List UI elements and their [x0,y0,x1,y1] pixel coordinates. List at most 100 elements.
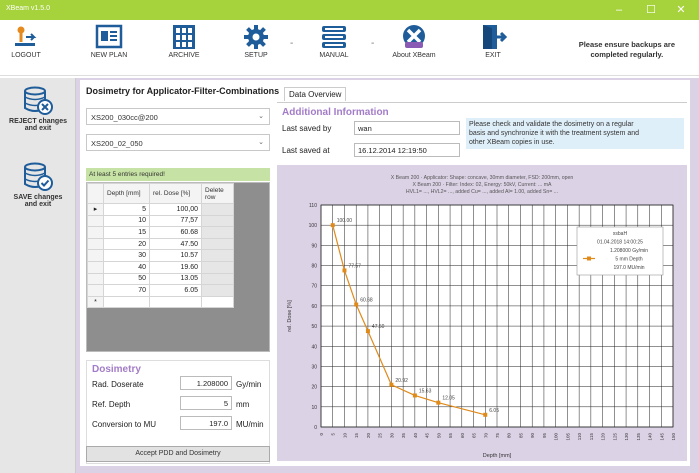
data-point [330,223,335,228]
table-row[interactable]: 40 19.60 [87,260,234,274]
y-tick-label: 30 [311,364,317,370]
table-row[interactable]: 15 60.68 [87,226,234,239]
dose-cell[interactable]: 10.57 [149,249,202,262]
dose-cell[interactable]: 77,57 [149,214,202,228]
about-label: About XBeam [392,52,436,59]
x-tick-label: 140 [648,433,653,441]
x-tick-label: 120 [601,433,606,441]
table-row[interactable]: 70 6.05 [87,284,234,297]
applicator-select[interactable]: XS200_030cc@200 ⌄ [86,108,270,125]
dose-cell[interactable]: 60.68 [149,226,202,239]
dose-cell[interactable]: 19.60 [149,260,202,274]
column-header-dose[interactable]: rel. Dose [%] [149,183,202,204]
depth-cell[interactable]: 10 [103,214,150,228]
delete-row-button[interactable] [201,284,234,297]
new-plan-button[interactable]: NEW PLAN [86,24,132,59]
table-row[interactable]: 50 13.05 [87,272,234,286]
maximize-button[interactable]: ☐ [640,2,662,18]
toolbar-separator: - [371,38,375,49]
archive-button[interactable]: ARCHIVE [164,24,204,59]
manual-label: MANUAL [319,52,349,59]
info-line: Please check and validate the dosimetry … [469,121,634,128]
delete-row-button[interactable] [201,237,234,251]
x-axis-label: Depth [mm] [483,453,512,459]
conversion-input[interactable]: 197.0 [180,416,232,430]
rad-doserate-label: Rad. Doserate [92,380,144,389]
x-tick-label: 65 [472,433,477,439]
table-row[interactable]: 10 77,57 [87,214,234,228]
save-changes-button[interactable]: SAVE changes and exit [0,162,76,208]
table-row[interactable]: ▸ 5 100,00 [87,203,234,216]
x-tick-label: 90 [530,433,535,439]
ref-depth-label: Ref. Depth [92,400,131,409]
chart-header-line: X Beam 200 · Filter: Index: 02, Energy: … [412,182,552,188]
logout-button[interactable]: LOGOUT [6,24,46,59]
delete-row-button[interactable] [201,249,234,262]
chevron-down-icon: ⌄ [258,139,264,146]
dose-cell[interactable]: 13.05 [149,272,202,286]
exit-button[interactable]: EXIT [477,24,509,59]
data-label: 77.57 [348,263,361,269]
data-label: 15.63 [419,388,432,394]
y-tick-label: 100 [309,223,318,229]
depth-cell[interactable]: 30 [103,249,150,262]
data-label: 12.05 [442,396,455,402]
depth-cell[interactable] [103,295,150,309]
x-tick-label: 20 [366,433,371,439]
rad-doserate-input[interactable]: 1.208000 [180,376,232,390]
filter-select[interactable]: XS200_02_050 ⌄ [86,134,270,151]
close-button[interactable]: ✕ [670,2,692,18]
legend-text: 01.04.2018 14:00:25 [597,240,643,246]
pdd-chart: X Beam 200 · Applicator: Shape: concave,… [287,175,676,459]
x-tick-label: 130 [624,433,629,441]
x-tick-label: 95 [542,433,547,439]
depth-cell[interactable]: 40 [103,260,150,274]
x-tick-label: 135 [636,433,641,441]
ref-depth-input[interactable]: 5 [180,396,232,410]
toolbar-separator: - [290,38,294,49]
dose-cell[interactable] [149,295,202,309]
minimize-button[interactable]: – [608,2,630,18]
manual-button[interactable]: MANUAL [312,24,356,59]
delete-row-button[interactable] [201,272,234,286]
column-header-depth[interactable]: Depth [mm] [103,183,150,204]
delete-row-button[interactable] [201,203,234,216]
data-label: 47.50 [372,324,385,330]
depth-cell[interactable]: 5 [103,203,150,216]
depth-cell[interactable]: 50 [103,272,150,286]
pdd-table-grid: Depth [mm] rel. Dose [%] Delete row ▸ 5 10… [87,183,234,309]
table-row-new[interactable]: * [87,295,234,309]
x-tick-label: 30 [389,433,394,439]
accept-pdd-button[interactable]: Accept PDD and Dosimetry [86,446,270,462]
chevron-down-icon: ⌄ [258,113,264,120]
applicator-select-value: XS200_030cc@200 [91,113,158,122]
table-row[interactable]: 30 10.57 [87,249,234,262]
column-header-delete[interactable]: Delete row [201,183,234,204]
tab-data-overview[interactable]: Data Overview [284,87,347,101]
table-row[interactable]: 20 47.50 [87,237,234,251]
exit-door-icon [483,25,507,49]
x-tick-label: 110 [577,433,582,441]
row-marker [87,237,104,251]
delete-row-button[interactable] [201,214,234,228]
x-tick-label: 55 [448,433,453,439]
database-reject-icon [24,86,53,115]
delete-row-button[interactable] [201,260,234,274]
dose-cell[interactable]: 6.05 [149,284,202,297]
dose-cell[interactable]: 47.50 [149,237,202,251]
about-button[interactable]: About XBeam [386,24,442,59]
dose-cell[interactable]: 100,00 [149,203,202,216]
reject-changes-button[interactable]: REJECT changes and exit [0,86,76,132]
last-saved-at-label: Last saved at [282,146,330,155]
depth-cell[interactable]: 15 [103,226,150,239]
depth-cell[interactable]: 70 [103,284,150,297]
logout-label: LOGOUT [11,52,41,59]
validation-info: Please check and validate the dosimetry … [466,118,684,149]
depth-cell[interactable]: 20 [103,237,150,251]
x-tick-label: 10 [342,433,347,439]
setup-button[interactable]: SETUP [236,24,276,59]
delete-row-button[interactable] [201,295,234,309]
pdd-table: Depth [mm] rel. Dose [%] Delete row ▸ 5 10… [86,182,270,352]
filter-select-value: XS200_02_050 [91,139,143,148]
delete-row-button[interactable] [201,226,234,239]
